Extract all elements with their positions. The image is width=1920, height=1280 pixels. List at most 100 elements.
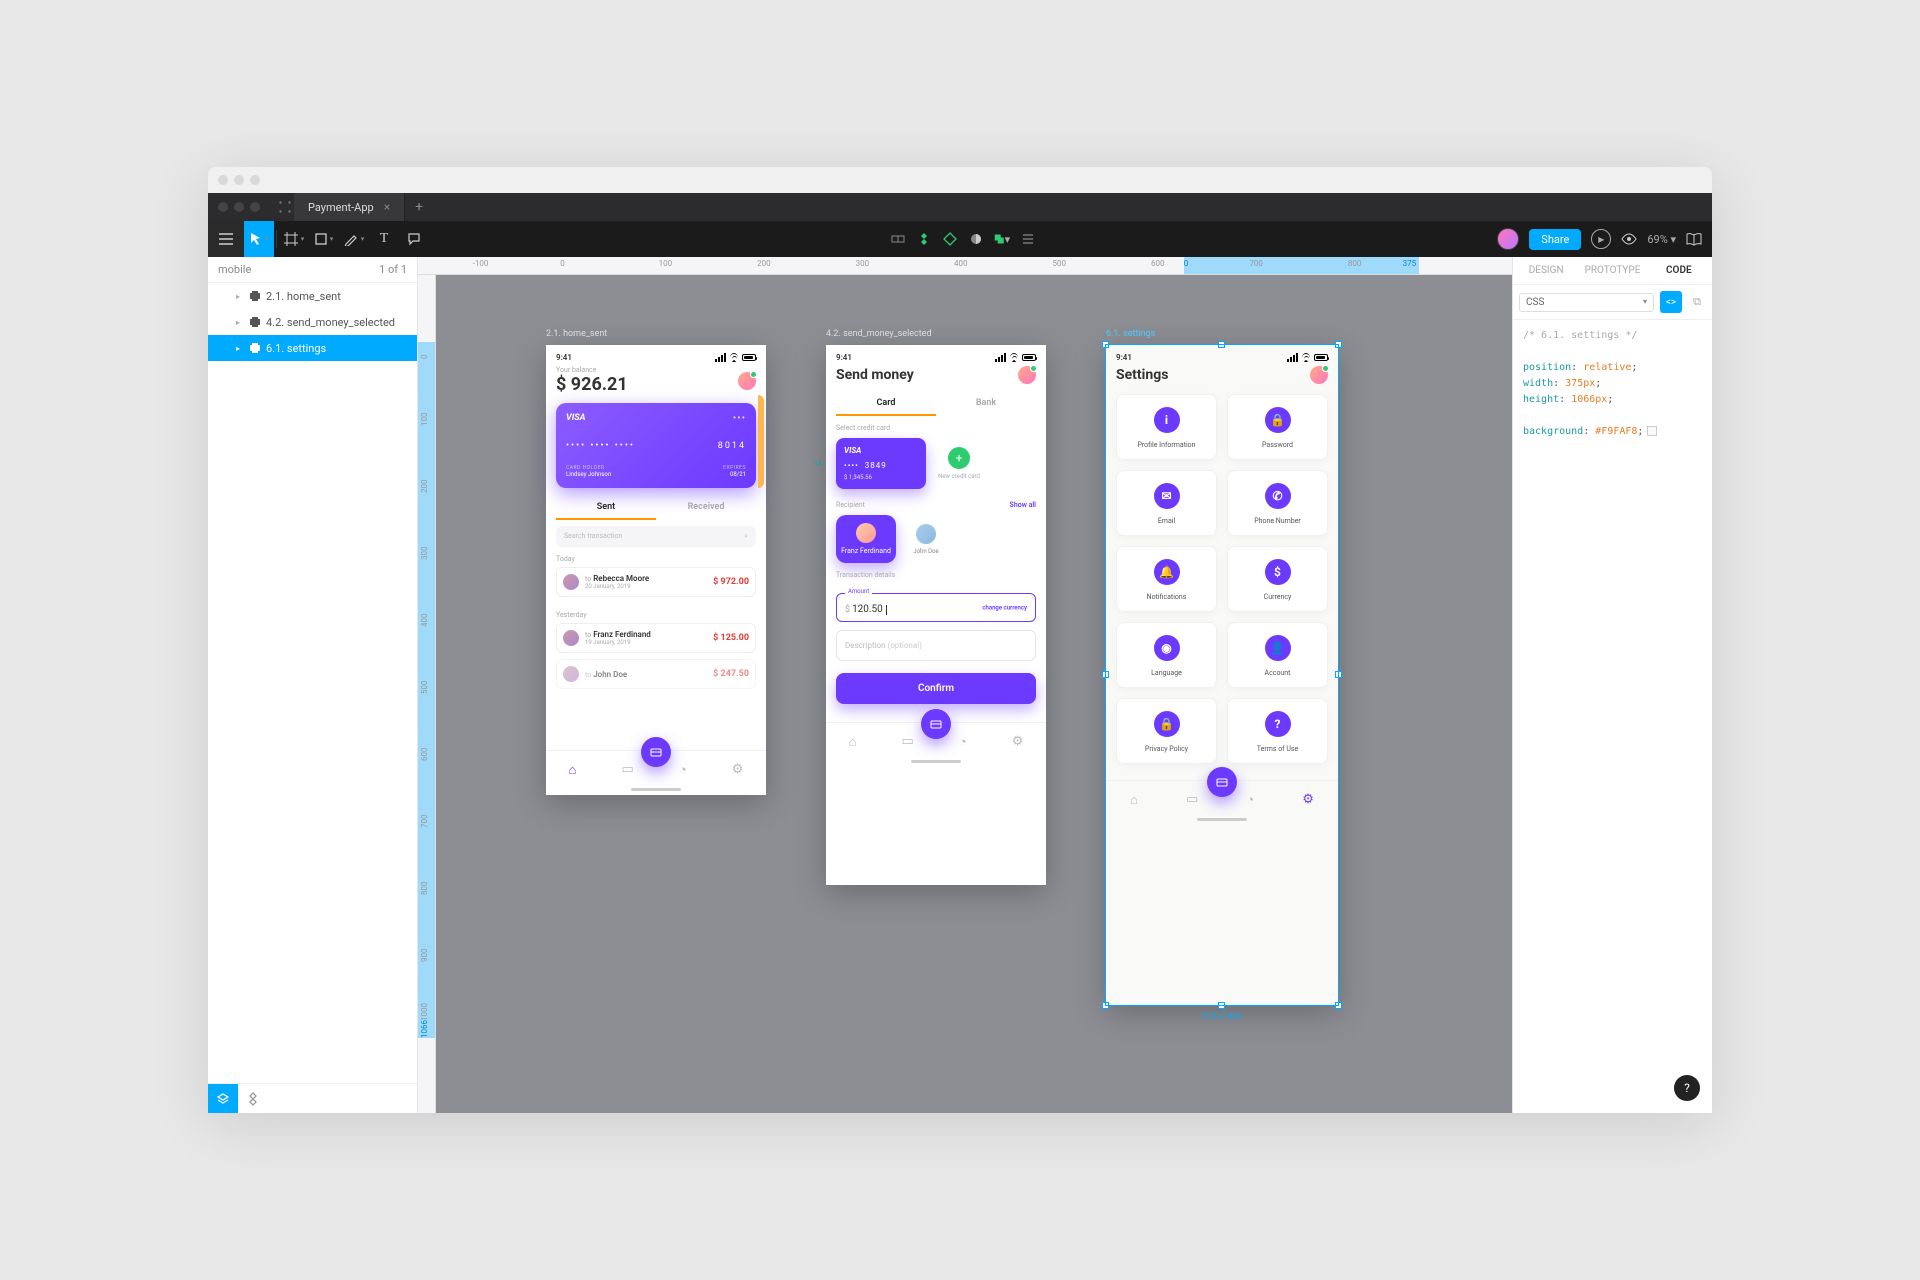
settings-terms[interactable]: ? Terms of Use (1227, 698, 1328, 764)
ruler-vertical[interactable]: 0 100 200 300 400 500 600 700 800 900 10… (418, 275, 436, 1113)
next-card-peek[interactable] (758, 395, 764, 488)
settings-privacy[interactable]: 🔒 Privacy Policy (1116, 698, 1217, 764)
nav-settings-icon[interactable]: ⚙ (732, 762, 744, 777)
layer-settings[interactable]: ▸ 6.1. settings (208, 335, 417, 361)
traffic-min[interactable] (234, 175, 244, 185)
layer-home[interactable]: ▸ 2.1. home_sent (208, 283, 417, 309)
fab-send[interactable] (921, 709, 951, 739)
amount-input[interactable]: Amount $120.50 change currency (836, 593, 1036, 622)
selection-handle[interactable] (1218, 341, 1225, 348)
recipient-option[interactable]: John Doe (906, 524, 946, 555)
code-copy-button[interactable]: <> (1660, 291, 1682, 313)
component-tool-icon[interactable] (890, 231, 906, 247)
nav-settings-icon[interactable]: ⚙ (1012, 734, 1024, 749)
nav-wallet-icon[interactable]: ▭ (621, 762, 633, 777)
move-tool[interactable]: ▾ (244, 221, 274, 257)
page-name[interactable]: mobile (218, 263, 251, 276)
transaction-row[interactable]: to Franz Ferdinand 19 January, 2019 $ 12… (556, 623, 756, 653)
fab-send[interactable] (641, 737, 671, 767)
description-input[interactable]: Description (optional) (836, 630, 1036, 661)
settings-password[interactable]: 🔒 Password (1227, 394, 1328, 460)
copy-icon[interactable]: ⧉ (1688, 293, 1706, 311)
artboard-settings[interactable]: 6.1. settings 375 x 1066 9:41 (1106, 345, 1338, 1005)
text-tool[interactable]: T (369, 221, 399, 257)
artboard-label[interactable]: 2.1. home_sent (546, 329, 607, 339)
nav-activity-icon[interactable]: ◔ (679, 762, 687, 778)
add-card-button[interactable]: + New credit card (936, 447, 982, 480)
transaction-row[interactable]: to John Doe $ 247.50 (556, 659, 756, 689)
union-icon[interactable]: ▾ (994, 231, 1010, 247)
nav-wallet-icon[interactable]: ▭ (901, 734, 913, 749)
selection-handle[interactable] (1102, 671, 1109, 678)
tab-code[interactable]: CODE (1646, 265, 1712, 276)
recipient-selected[interactable]: Franz Ferdinand (836, 515, 896, 563)
avatar[interactable] (1310, 366, 1328, 384)
tab-sent[interactable]: Sent (556, 502, 656, 520)
present-button[interactable]: ▶ (1591, 229, 1611, 249)
zoom-level[interactable]: 69% ▾ (1647, 233, 1676, 246)
share-button[interactable]: Share (1529, 229, 1581, 250)
tab-prototype[interactable]: PROTOTYPE (1579, 265, 1645, 276)
settings-language[interactable]: ◉ Language (1116, 622, 1217, 688)
color-swatch[interactable] (1647, 426, 1657, 436)
comment-tool[interactable] (399, 221, 429, 257)
confirm-button[interactable]: Confirm (836, 673, 1036, 704)
transaction-row[interactable]: to Rebecca Moore 20 January, 2019 $ 972.… (556, 567, 756, 597)
tab-bank[interactable]: Bank (936, 398, 1036, 416)
settings-account[interactable]: 👤 Account (1227, 622, 1328, 688)
shape-tool[interactable]: ▾ (309, 221, 339, 257)
frame-tool[interactable]: ▾ (279, 221, 309, 257)
card-option[interactable]: VISA •••• 3849 $ 1,345.56 (836, 438, 926, 489)
settings-phone[interactable]: ✆ Phone Number (1227, 470, 1328, 536)
close-tab-icon[interactable]: × (384, 200, 390, 214)
document-tab[interactable]: Payment-App × (294, 193, 405, 221)
code-output[interactable]: /* 6.1. settings */ position: relative; … (1513, 320, 1712, 448)
settings-currency[interactable]: $ Currency (1227, 546, 1328, 612)
nav-wallet-icon[interactable]: ▭ (1186, 792, 1198, 807)
nav-home-icon[interactable]: ⌂ (849, 734, 857, 750)
nav-home-icon[interactable]: ⌂ (1130, 792, 1138, 808)
nav-activity-icon[interactable]: ◔ (1246, 792, 1254, 808)
settings-profile[interactable]: i Profile Information (1116, 394, 1217, 460)
help-docs-icon[interactable] (1686, 232, 1702, 246)
create-component-icon[interactable] (916, 231, 932, 247)
layer-send-money[interactable]: ▸ 4.2. send_money_selected (208, 309, 417, 335)
add-tab-button[interactable]: + (405, 199, 433, 215)
canvas[interactable]: 2.1. home_sent 9:41 (436, 275, 1512, 1113)
fab-send[interactable] (1207, 767, 1237, 797)
code-lang-select[interactable]: CSS▾ (1519, 293, 1654, 312)
settings-notifications[interactable]: 🔔 Notifications (1116, 546, 1217, 612)
search-input[interactable]: Search transaction ⌕ (556, 526, 756, 547)
selection-handle[interactable] (1102, 341, 1109, 348)
selection-handle[interactable] (1335, 671, 1342, 678)
view-options-icon[interactable] (1621, 233, 1637, 245)
align-icon[interactable] (1020, 231, 1036, 247)
help-button[interactable]: ? (1674, 1075, 1700, 1101)
artboard-home[interactable]: 2.1. home_sent 9:41 (546, 345, 766, 795)
traffic-close[interactable] (218, 175, 228, 185)
apps-grid-icon[interactable] (276, 198, 294, 216)
artboard-label[interactable]: 6.1. settings (1106, 329, 1155, 339)
selection-handle[interactable] (1335, 341, 1342, 348)
menu-button[interactable] (208, 221, 244, 257)
show-all-link[interactable]: Show all (1010, 501, 1036, 509)
nav-settings-icon[interactable]: ⚙ (1302, 792, 1314, 807)
traffic-max[interactable] (250, 175, 260, 185)
tab-design[interactable]: DESIGN (1513, 265, 1579, 276)
artboard-label[interactable]: 4.2. send_money_selected (826, 329, 932, 339)
change-currency-link[interactable]: change currency (982, 604, 1027, 611)
credit-card[interactable]: VISA ••• •••• •••• •••• 8014 CARD HOLDER… (556, 403, 756, 488)
pen-tool[interactable]: ▾ (339, 221, 369, 257)
tab-card[interactable]: Card (836, 398, 936, 416)
ruler-horizontal[interactable]: -100 0 100 200 300 400 500 600 700 800 0… (418, 257, 1512, 275)
tab-received[interactable]: Received (656, 502, 756, 520)
selection-handle[interactable] (1102, 1002, 1109, 1009)
layers-mode-icon[interactable] (208, 1084, 238, 1114)
avatar[interactable] (738, 372, 756, 390)
avatar[interactable] (1018, 366, 1036, 384)
nav-activity-icon[interactable]: ◔ (959, 734, 967, 750)
card-menu-icon[interactable]: ••• (733, 413, 746, 424)
assets-mode-icon[interactable] (238, 1084, 268, 1114)
user-avatar[interactable] (1497, 228, 1519, 250)
selection-handle[interactable] (1218, 1002, 1225, 1009)
